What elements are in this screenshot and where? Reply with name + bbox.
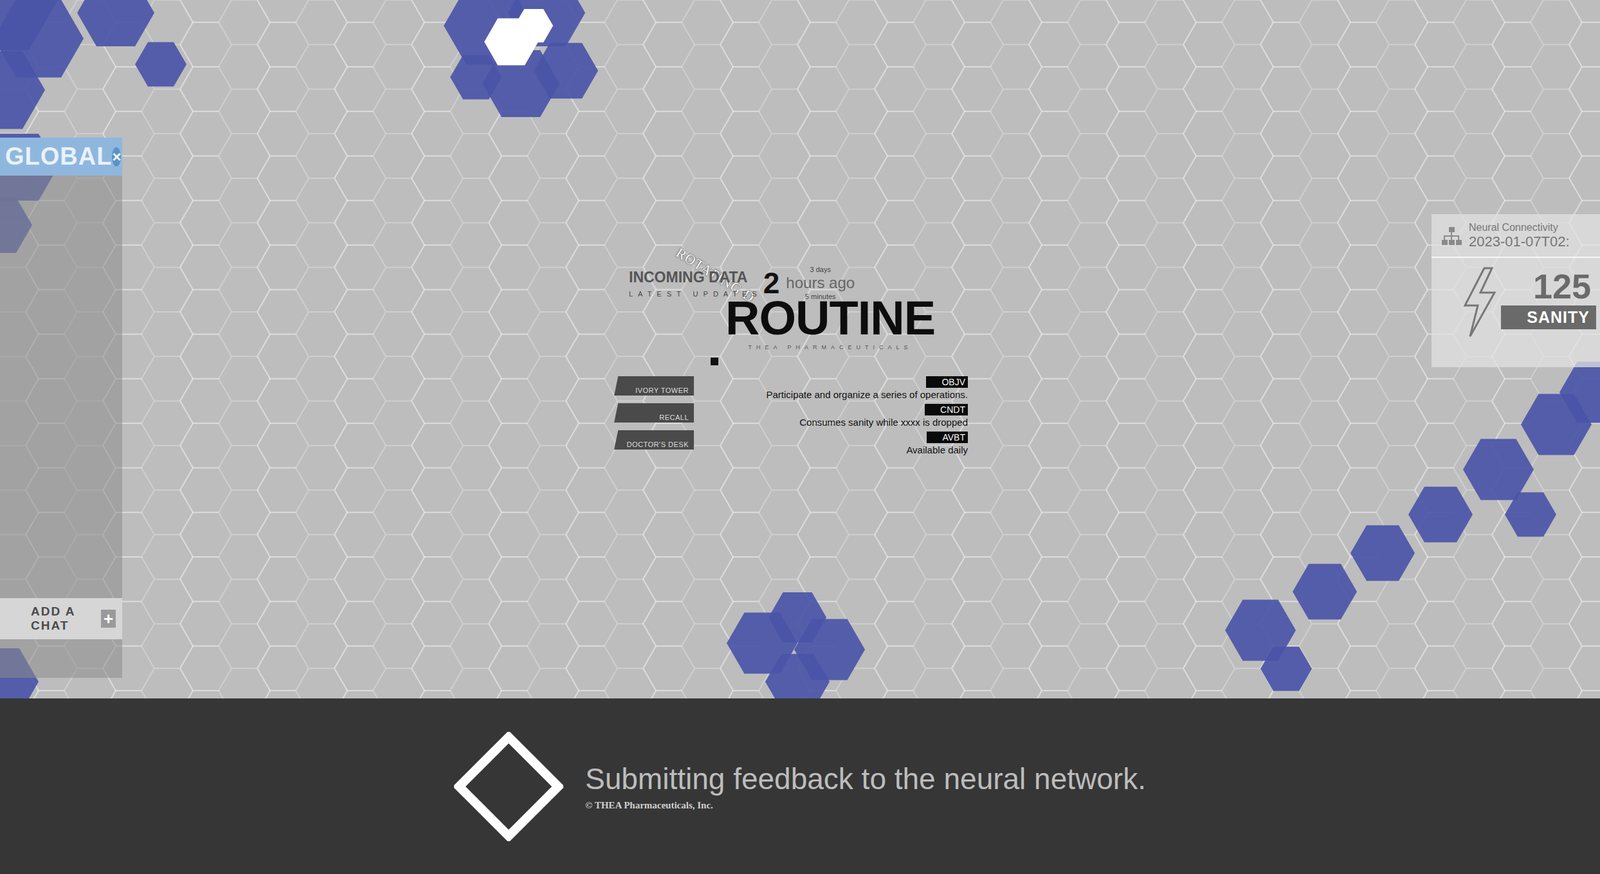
detail-text: Available daily [906,444,968,456]
routine-title: ROUTINE [725,292,936,345]
marker-dot [710,357,719,366]
connectivity-label: Neural Connectivity [1468,221,1570,234]
menu-label[interactable]: RECALL [659,413,689,422]
routine-menu: IVORY TOWER RECALL DOCTOR'S DESK [614,376,694,450]
detail-row: CNDTConsumes sanity while xxxx is droppe… [799,403,968,428]
detail-row: OBJVParticipate and organize a series of… [765,376,968,400]
menu-button[interactable]: IVORY TOWER [614,376,694,396]
connectivity-row: Neural Connectivity2023-01-07T02: [1431,214,1600,258]
lightning-icon [1459,266,1499,338]
menu-button[interactable]: RECALL [614,403,694,423]
time-option[interactable]: 3 days [810,264,831,274]
sanity-panel: Neural Connectivity2023-01-07T02: 125SANI… [1431,214,1600,368]
detail-tag: CNDT [924,403,968,416]
sanity-value: 125 [1533,266,1597,306]
routine-details: OBJVParticipate and organize a series of… [707,376,968,456]
add-chat-button[interactable]: ADD A CHAT+ [0,598,123,640]
chat-panel: GLOBAL× ADD A CHAT+ [0,137,123,678]
plus-icon[interactable]: + [100,609,116,628]
game-stage: GLOBAL×ADD A CHAT+ROTATING DINCOMING DAT… [0,0,1600,699]
copyright: © THEA Pharmaceuticals, Inc. [585,800,1146,811]
incoming-title: INCOMING DATA [628,268,763,287]
routine-header: ROUTINETHEA PHARMACEUTICALS [725,292,936,351]
connectivity-text: Neural Connectivity2023-01-07T02: [1468,221,1570,251]
loading-bar: Submitting feedback to the neural networ… [0,698,1600,874]
sanity-label: SANITY [1500,305,1597,330]
menu-label[interactable]: IVORY TOWER [635,386,689,395]
detail-tag: AVBT [926,431,968,444]
close-button[interactable]: × [111,147,121,167]
connectivity-timestamp: 2023-01-07T02: [1468,233,1570,251]
menu-button[interactable]: DOCTOR'S DESK [614,430,694,450]
sanity-meter: 125SANITY [1431,257,1600,368]
menu-label[interactable]: DOCTOR'S DESK [627,440,689,449]
chat-tab-label[interactable]: GLOBAL [5,142,112,171]
chat-tab[interactable]: GLOBAL× [0,137,123,176]
detail-text: Participate and organize a series of ope… [765,389,968,400]
loading-message: Submitting feedback to the neural networ… [585,761,1146,797]
detail-text: Consumes sanity while xxxx is dropped [799,416,968,428]
add-chat-label[interactable]: ADD A CHAT [30,604,101,633]
diamond-icon [454,731,564,842]
detail-row: AVBTAvailable daily [906,431,968,456]
network-icon [1440,226,1463,246]
brand-label: THEA PHARMACEUTICALS [747,344,912,351]
time-option[interactable]: hours ago [785,273,855,292]
loading-text: Submitting feedback to the neural networ… [585,761,1146,811]
chat-body [0,175,123,599]
detail-tag: OBJV [926,376,968,388]
